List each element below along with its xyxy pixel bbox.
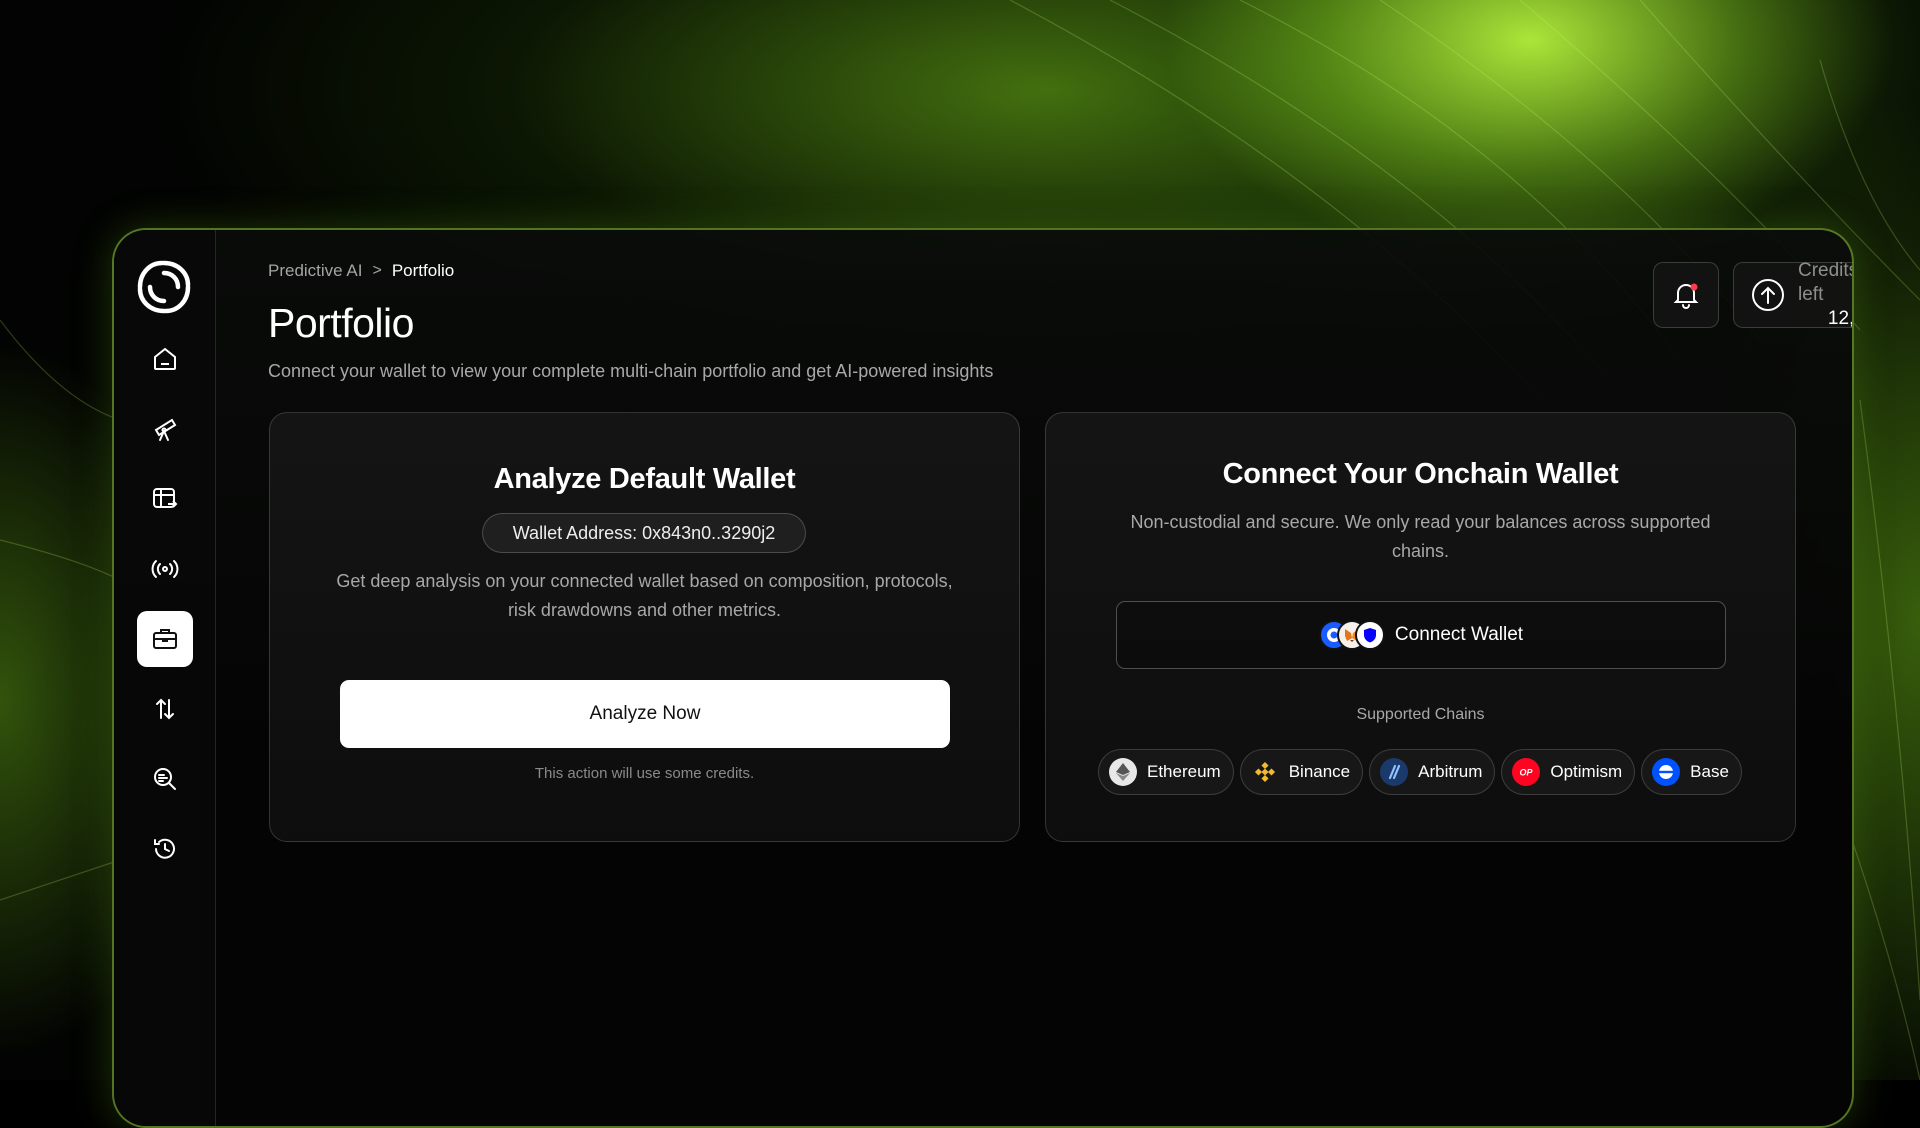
chain-ethereum: Ethereum xyxy=(1098,749,1234,795)
credits-button[interactable]: Credits left 12,456 xyxy=(1733,262,1854,328)
connect-card-description: Non-custodial and secure. We only read y… xyxy=(1106,508,1735,566)
chain-base: Base xyxy=(1641,749,1742,795)
sidebar-item-trade[interactable] xyxy=(137,681,193,737)
search-analysis-icon xyxy=(150,764,180,794)
main-content: Predictive AI > Portfolio Portfolio Conn… xyxy=(216,230,1852,1126)
sidebar-item-history[interactable] xyxy=(137,821,193,877)
arrow-up-circle-icon xyxy=(1750,277,1786,313)
app-window: Predictive AI > Portfolio Portfolio Conn… xyxy=(112,228,1854,1128)
credits-value: 12,456 xyxy=(1828,307,1854,331)
page-title: Portfolio xyxy=(268,300,414,347)
svg-text:OP: OP xyxy=(1520,768,1534,778)
connect-wallet-label: Connect Wallet xyxy=(1395,624,1523,646)
connect-card-title: Connect Your Onchain Wallet xyxy=(1046,458,1795,491)
sidebar-item-portfolio[interactable] xyxy=(137,611,193,667)
credits-label: Credits left xyxy=(1798,259,1854,307)
wallet-address-badge: Wallet Address: 0x843n0..3290j2 xyxy=(482,513,806,553)
chain-label: Optimism xyxy=(1550,762,1622,782)
sidebar xyxy=(114,230,216,1126)
notifications-button[interactable] xyxy=(1653,262,1719,328)
breadcrumb: Predictive AI > Portfolio xyxy=(268,261,454,281)
analyze-card-description: Get deep analysis on your connected wall… xyxy=(330,567,959,625)
base-icon xyxy=(1652,758,1680,786)
history-icon xyxy=(150,834,180,864)
sidebar-item-home[interactable] xyxy=(137,331,193,387)
breadcrumb-current: Portfolio xyxy=(392,261,454,281)
ethereum-icon xyxy=(1109,758,1137,786)
swirl-logo[interactable] xyxy=(134,257,194,317)
sidebar-item-explore[interactable] xyxy=(137,401,193,457)
connect-wallet-button[interactable]: Connect Wallet xyxy=(1116,601,1726,669)
chain-label: Base xyxy=(1690,762,1729,782)
sidebar-item-research[interactable] xyxy=(137,751,193,807)
wallet-icons xyxy=(1319,620,1385,650)
chevron-right-icon: > xyxy=(373,262,382,280)
broadcast-icon xyxy=(150,554,180,584)
credits-note: This action will use some credits. xyxy=(270,765,1019,782)
binance-icon xyxy=(1251,758,1279,786)
home-icon xyxy=(150,344,180,374)
chain-label: Binance xyxy=(1289,762,1350,782)
arbitrum-icon xyxy=(1380,758,1408,786)
analyze-wallet-card: Analyze Default Wallet Wallet Address: 0… xyxy=(269,412,1020,842)
supported-chains-list: Ethereum Binance Arbitrum OP xyxy=(1098,749,1742,795)
chain-optimism: OP Optimism xyxy=(1501,749,1635,795)
connect-wallet-card: Connect Your Onchain Wallet Non-custodia… xyxy=(1045,412,1796,842)
chain-arbitrum: Arbitrum xyxy=(1369,749,1495,795)
chain-label: Ethereum xyxy=(1147,762,1221,782)
table-swap-icon xyxy=(150,484,180,514)
arrows-up-down-icon xyxy=(150,694,180,724)
optimism-icon: OP xyxy=(1512,758,1540,786)
supported-chains-title: Supported Chains xyxy=(1046,706,1795,724)
briefcase-icon xyxy=(150,624,180,654)
chain-label: Arbitrum xyxy=(1418,762,1482,782)
trust-wallet-icon xyxy=(1355,620,1385,650)
breadcrumb-root[interactable]: Predictive AI xyxy=(268,261,363,281)
analyze-now-button[interactable]: Analyze Now xyxy=(340,680,950,748)
telescope-icon xyxy=(150,414,180,444)
sidebar-item-signals[interactable] xyxy=(137,541,193,597)
sidebar-item-markets[interactable] xyxy=(137,471,193,527)
bell-icon xyxy=(1671,280,1701,310)
chain-binance: Binance xyxy=(1240,749,1363,795)
analyze-card-title: Analyze Default Wallet xyxy=(270,463,1019,496)
page-subtitle: Connect your wallet to view your complet… xyxy=(268,361,993,382)
